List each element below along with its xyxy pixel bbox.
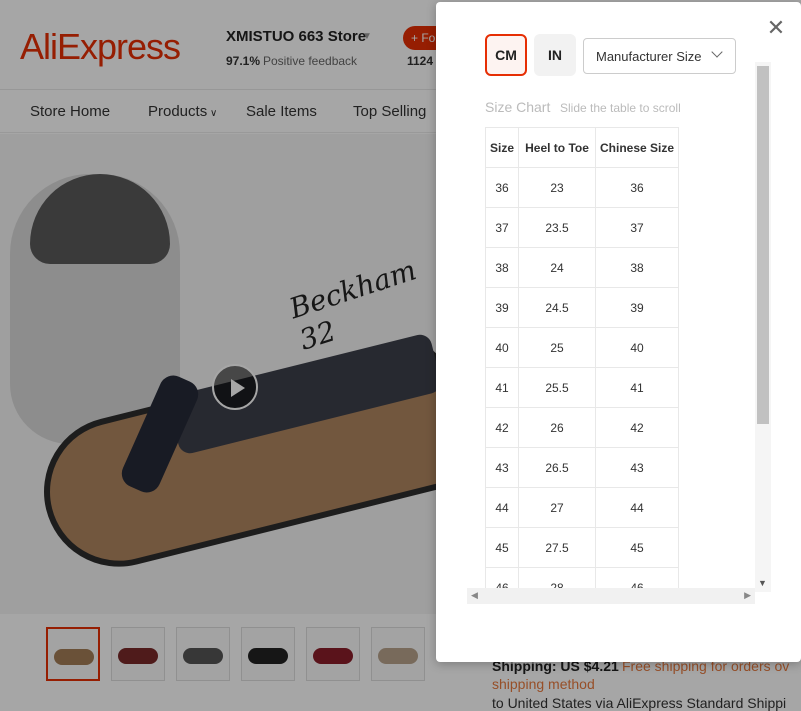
cell-size: 42 <box>485 407 520 448</box>
table-row: 46 28 46 <box>485 567 680 590</box>
cell-size: 39 <box>485 287 520 328</box>
table-row: 45 27.5 45 <box>485 527 680 568</box>
scrollbar-thumb[interactable] <box>757 66 769 424</box>
chevron-down-icon <box>711 46 723 58</box>
cell-heel-to-toe: 27 <box>518 487 597 528</box>
cell-chinese-size: 45 <box>595 527 680 568</box>
cell-size: 41 <box>485 367 520 408</box>
table-header-row: Size Heel to Toe Chinese Size <box>485 127 680 168</box>
table-row: 41 25.5 41 <box>485 367 680 408</box>
cell-heel-to-toe: 25 <box>518 327 597 368</box>
cell-chinese-size: 41 <box>595 367 680 408</box>
cell-size: 40 <box>485 327 520 368</box>
cell-chinese-size: 37 <box>595 207 680 248</box>
unit-cm-button[interactable]: CM <box>485 34 527 76</box>
cell-size: 38 <box>485 247 520 288</box>
cell-size: 37 <box>485 207 520 248</box>
scroll-right-icon[interactable]: ▶ <box>744 590 751 601</box>
column-header-chinese-size: Chinese Size <box>595 127 680 168</box>
table-row: 43 26.5 43 <box>485 447 680 488</box>
scroll-down-icon[interactable]: ▼ <box>758 578 767 588</box>
column-header-heel-to-toe: Heel to Toe <box>518 127 597 168</box>
cell-chinese-size: 36 <box>595 167 680 208</box>
cell-chinese-size: 43 <box>595 447 680 488</box>
scroll-hint: Slide the table to scroll <box>560 101 681 115</box>
horizontal-scrollbar[interactable]: ◀ ▶ <box>467 588 755 604</box>
table-row: 37 23.5 37 <box>485 207 680 248</box>
cell-size: 44 <box>485 487 520 528</box>
cell-heel-to-toe: 26 <box>518 407 597 448</box>
cell-size: 43 <box>485 447 520 488</box>
cell-heel-to-toe: 28 <box>518 567 597 590</box>
cell-chinese-size: 42 <box>595 407 680 448</box>
size-table-container[interactable]: Size Heel to Toe Chinese Size 36 23 36 37 2… <box>485 127 771 590</box>
cell-size: 36 <box>485 167 520 208</box>
unit-in-button[interactable]: IN <box>534 34 576 76</box>
scroll-left-icon[interactable]: ◀ <box>471 590 478 601</box>
cell-heel-to-toe: 25.5 <box>518 367 597 408</box>
cell-chinese-size: 38 <box>595 247 680 288</box>
vertical-scrollbar[interactable]: ▼ <box>755 62 771 592</box>
table-row: 39 24.5 39 <box>485 287 680 328</box>
column-header-size: Size <box>485 127 520 168</box>
cell-heel-to-toe: 26.5 <box>518 447 597 488</box>
table-row: 36 23 36 <box>485 167 680 208</box>
cell-heel-to-toe: 27.5 <box>518 527 597 568</box>
close-icon[interactable]: ✕ <box>766 17 786 39</box>
cell-heel-to-toe: 24.5 <box>518 287 597 328</box>
cell-heel-to-toe: 23 <box>518 167 597 208</box>
cell-heel-to-toe: 23.5 <box>518 207 597 248</box>
cell-chinese-size: 40 <box>595 327 680 368</box>
cell-chinese-size: 39 <box>595 287 680 328</box>
cell-chinese-size: 46 <box>595 567 680 590</box>
size-type-select[interactable]: Manufacturer Size <box>583 38 736 74</box>
table-row: 38 24 38 <box>485 247 680 288</box>
table-row: 40 25 40 <box>485 327 680 368</box>
cell-size: 46 <box>485 567 520 590</box>
size-chart-title: Size Chart <box>485 99 551 115</box>
cell-heel-to-toe: 24 <box>518 247 597 288</box>
cell-chinese-size: 44 <box>595 487 680 528</box>
cell-size: 45 <box>485 527 520 568</box>
table-row: 44 27 44 <box>485 487 680 528</box>
size-chart-modal: ✕ CM IN Manufacturer Size Size Chart Sli… <box>436 2 801 662</box>
size-type-value: Manufacturer Size <box>596 49 702 64</box>
table-row: 42 26 42 <box>485 407 680 448</box>
size-table: Size Heel to Toe Chinese Size 36 23 36 37 2… <box>485 127 680 590</box>
